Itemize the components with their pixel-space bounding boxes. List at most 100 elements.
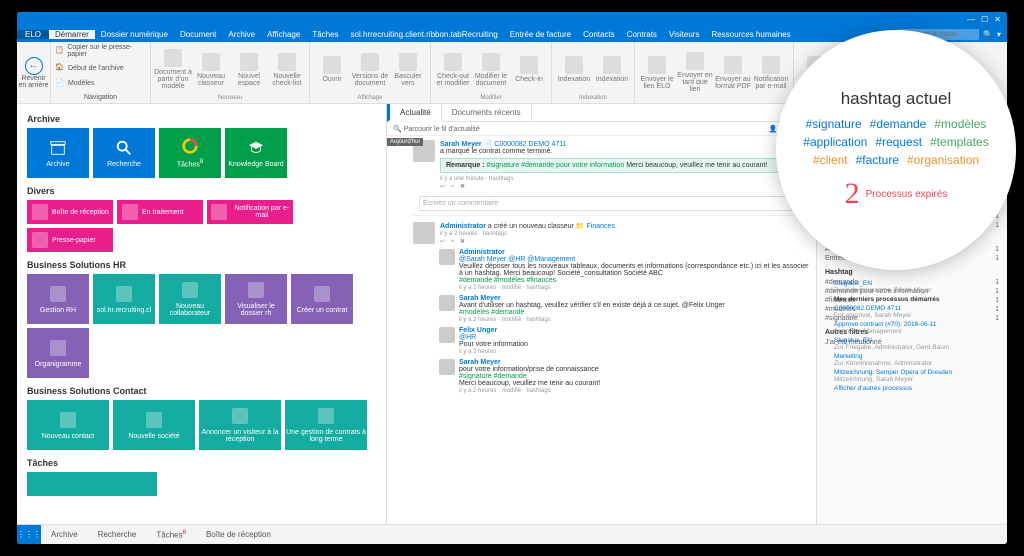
tile-visualiser-le-dossier-rh[interactable]: Visualiser le dossier rh — [225, 274, 287, 324]
post-user[interactable]: Administrator — [440, 223, 486, 230]
window-max[interactable]: ☐ — [981, 15, 988, 24]
nav-templates[interactable]: 📄Modèles — [55, 79, 146, 89]
menu-recruiting[interactable]: sol.hrrecruiting.client.ribbon.tabRecrui… — [345, 30, 504, 39]
tile-icon — [59, 411, 77, 429]
tile-bo-te-de-r-ception[interactable]: Boîte de réception — [27, 200, 113, 224]
reply: Sarah Meyerpour votre information/prise … — [439, 359, 810, 394]
expired-label: Processus expirés — [866, 189, 948, 200]
home-icon: 🏠 — [55, 63, 65, 73]
avatar — [439, 327, 455, 343]
tile-icon — [317, 407, 335, 425]
ribbon-button[interactable]: Envoyer le lien ELO — [638, 44, 676, 101]
bb-recherche[interactable]: Recherche — [88, 530, 147, 539]
ribbon-button[interactable]: Nouveau classeur — [192, 44, 230, 95]
tile-nouvelle-soci-t-[interactable]: Nouvelle société — [113, 400, 195, 450]
ribbon-button[interactable]: Check-out et modifier — [434, 44, 472, 95]
post-ref[interactable]: 📁 Finances — [576, 223, 615, 230]
tile-t-ches[interactable]: Tâches8 — [159, 128, 221, 178]
expired-count: 2 — [845, 177, 860, 211]
hashtag-demande[interactable]: #demande — [870, 117, 927, 131]
ribbon-button[interactable]: Versions de document — [351, 44, 389, 95]
tile-nouveau-contact[interactable]: Nouveau contact — [27, 400, 109, 450]
menu-contacts[interactable]: Contacts — [577, 30, 621, 39]
post-actions[interactable]: ↩ ⚬ ✖ — [440, 238, 810, 245]
tile-archive[interactable]: Archive — [27, 128, 89, 178]
search-icon[interactable]: 🔍 — [983, 30, 993, 39]
hashtag-facture[interactable]: #facture — [856, 153, 899, 167]
menu-elo[interactable]: ELO — [17, 30, 49, 39]
post-user[interactable]: Sarah Meyer — [440, 141, 482, 148]
tile-task-bar[interactable] — [27, 472, 157, 496]
hashtag-client[interactable]: #client — [813, 153, 848, 167]
ribbon-button[interactable]: Notification par e-mail — [752, 44, 790, 101]
tile-presse-papier[interactable]: Presse-papier — [27, 228, 113, 252]
tile-sol-hr-recruiting-cl[interactable]: sol.hr.recruiting.cl — [93, 274, 155, 324]
section-tasks-title: Tâches — [27, 458, 376, 468]
post-actions[interactable]: ↩ ⚬ ✖ — [440, 183, 810, 190]
reply: Administrator@Sarah Meyer @HR @Managemen… — [439, 249, 810, 291]
tile-nouveau-collaborateur[interactable]: Nouveau collaborateur — [159, 274, 221, 324]
tile-annoncer-un-visiteur-la-r-ception[interactable]: Annoncer un visiteur à la réception — [199, 400, 281, 450]
process-list: Stugalux_ENZur Kenntnisnahme, Sarah Meye… — [834, 280, 999, 392]
ribbon-button[interactable]: Ouvrir — [313, 44, 351, 95]
comment-input[interactable]: Écrivez un commentaire — [419, 196, 810, 211]
ribbon-button[interactable]: Basculer vers — [389, 44, 427, 95]
ribbon-button[interactable]: Envoyer au format PDF — [714, 44, 752, 101]
ribbon-icon — [361, 53, 379, 71]
ribbon-back[interactable]: ← Revenir en arrière — [17, 42, 51, 103]
show-more-processes[interactable]: Afficher d'autres processus — [834, 385, 999, 392]
ribbon-button[interactable]: Modifier le document — [472, 44, 510, 95]
hashtag-request[interactable]: #request — [875, 135, 922, 149]
ribbon-icon — [399, 53, 417, 71]
ribbon-button[interactable]: Indexation — [593, 44, 631, 95]
tile-notification-par-e-mail[interactable]: Notification par e-mail — [207, 200, 293, 224]
ribbon-button[interactable]: Indexation — [555, 44, 593, 95]
clipboard-icon: 📋 — [55, 46, 64, 56]
ribbon-button[interactable]: Document à partir d'un modèle — [154, 44, 192, 95]
tab-documents-recents[interactable]: Documents récents — [442, 104, 532, 121]
bb-archive[interactable]: Archive — [41, 530, 88, 539]
nav-clipboard[interactable]: 📋Copier sur le presse-papier — [55, 44, 146, 58]
menu-rh[interactable]: Ressources humaines — [705, 30, 796, 39]
hashtag-modèles[interactable]: #modèles — [934, 117, 986, 131]
tile-recherche[interactable]: Recherche — [93, 128, 155, 178]
window-min[interactable]: — — [967, 15, 975, 24]
tile-une-gestion-de-contrats-long-terme[interactable]: Une gestion de contrats à long terme — [285, 400, 367, 450]
menu-contrats[interactable]: Contrats — [621, 30, 663, 39]
menu-facture[interactable]: Entrée de facture — [504, 30, 577, 39]
window-close[interactable]: ✕ — [994, 15, 1001, 24]
tile-gestion-rh[interactable]: Gestion RH — [27, 274, 89, 324]
post-ref[interactable]: 📄 C0000082 DEMO 4711 — [484, 141, 567, 148]
ribbon-button[interactable]: Check-in — [510, 44, 548, 95]
hashtag-overlay: hashtag actuel #signature #demande #modèle… — [776, 30, 1016, 270]
menu-affichage[interactable]: Affichage — [261, 30, 306, 39]
hashtag-organisation[interactable]: #organisation — [907, 153, 979, 167]
menu-demarrer[interactable]: Démarrer — [49, 30, 95, 39]
remark-box: Remarque : #signature #demande pour votr… — [440, 158, 810, 173]
ribbon-icon — [724, 56, 742, 74]
tile-cr-er-un-contrat[interactable]: Créer un contrat — [291, 274, 353, 324]
tile-en-traitement[interactable]: En traitement — [117, 200, 203, 224]
hashtag-application[interactable]: #application — [803, 135, 867, 149]
chevron-down-icon[interactable]: ▾ — [997, 30, 1001, 39]
bb-inbox[interactable]: Boîte de réception — [196, 530, 281, 539]
ribbon-button[interactable]: Nouvel espace — [230, 44, 268, 95]
menu-archive[interactable]: Archive — [222, 30, 261, 39]
ribbon-button[interactable]: Nouvelle check-list — [268, 44, 306, 95]
bb-taches[interactable]: Tâches8 — [146, 530, 196, 540]
tile-icon — [247, 281, 265, 299]
tile-knowledge-board[interactable]: Knowledge Board — [225, 128, 287, 178]
tab-actualite[interactable]: Actualité — [387, 104, 442, 122]
hashtag-templates[interactable]: #templates — [930, 135, 989, 149]
overlay-title: hashtag actuel — [841, 89, 952, 109]
apps-icon[interactable]: ⋮⋮⋮ — [17, 525, 41, 544]
menu-dossier[interactable]: Dossier numérique — [95, 30, 174, 39]
menu-taches[interactable]: Tâches — [306, 30, 344, 39]
tile-organigramme[interactable]: Organigramme — [27, 328, 89, 378]
menu-visiteurs[interactable]: Visiteurs — [663, 30, 706, 39]
hashtag-signature[interactable]: #signature — [806, 117, 862, 131]
ribbon-button[interactable]: Envoyer en tant que lien — [676, 44, 714, 101]
menu-document[interactable]: Document — [174, 30, 222, 39]
tile-icon — [115, 285, 133, 303]
nav-archive-root[interactable]: 🏠Début de l'archive — [55, 63, 146, 73]
